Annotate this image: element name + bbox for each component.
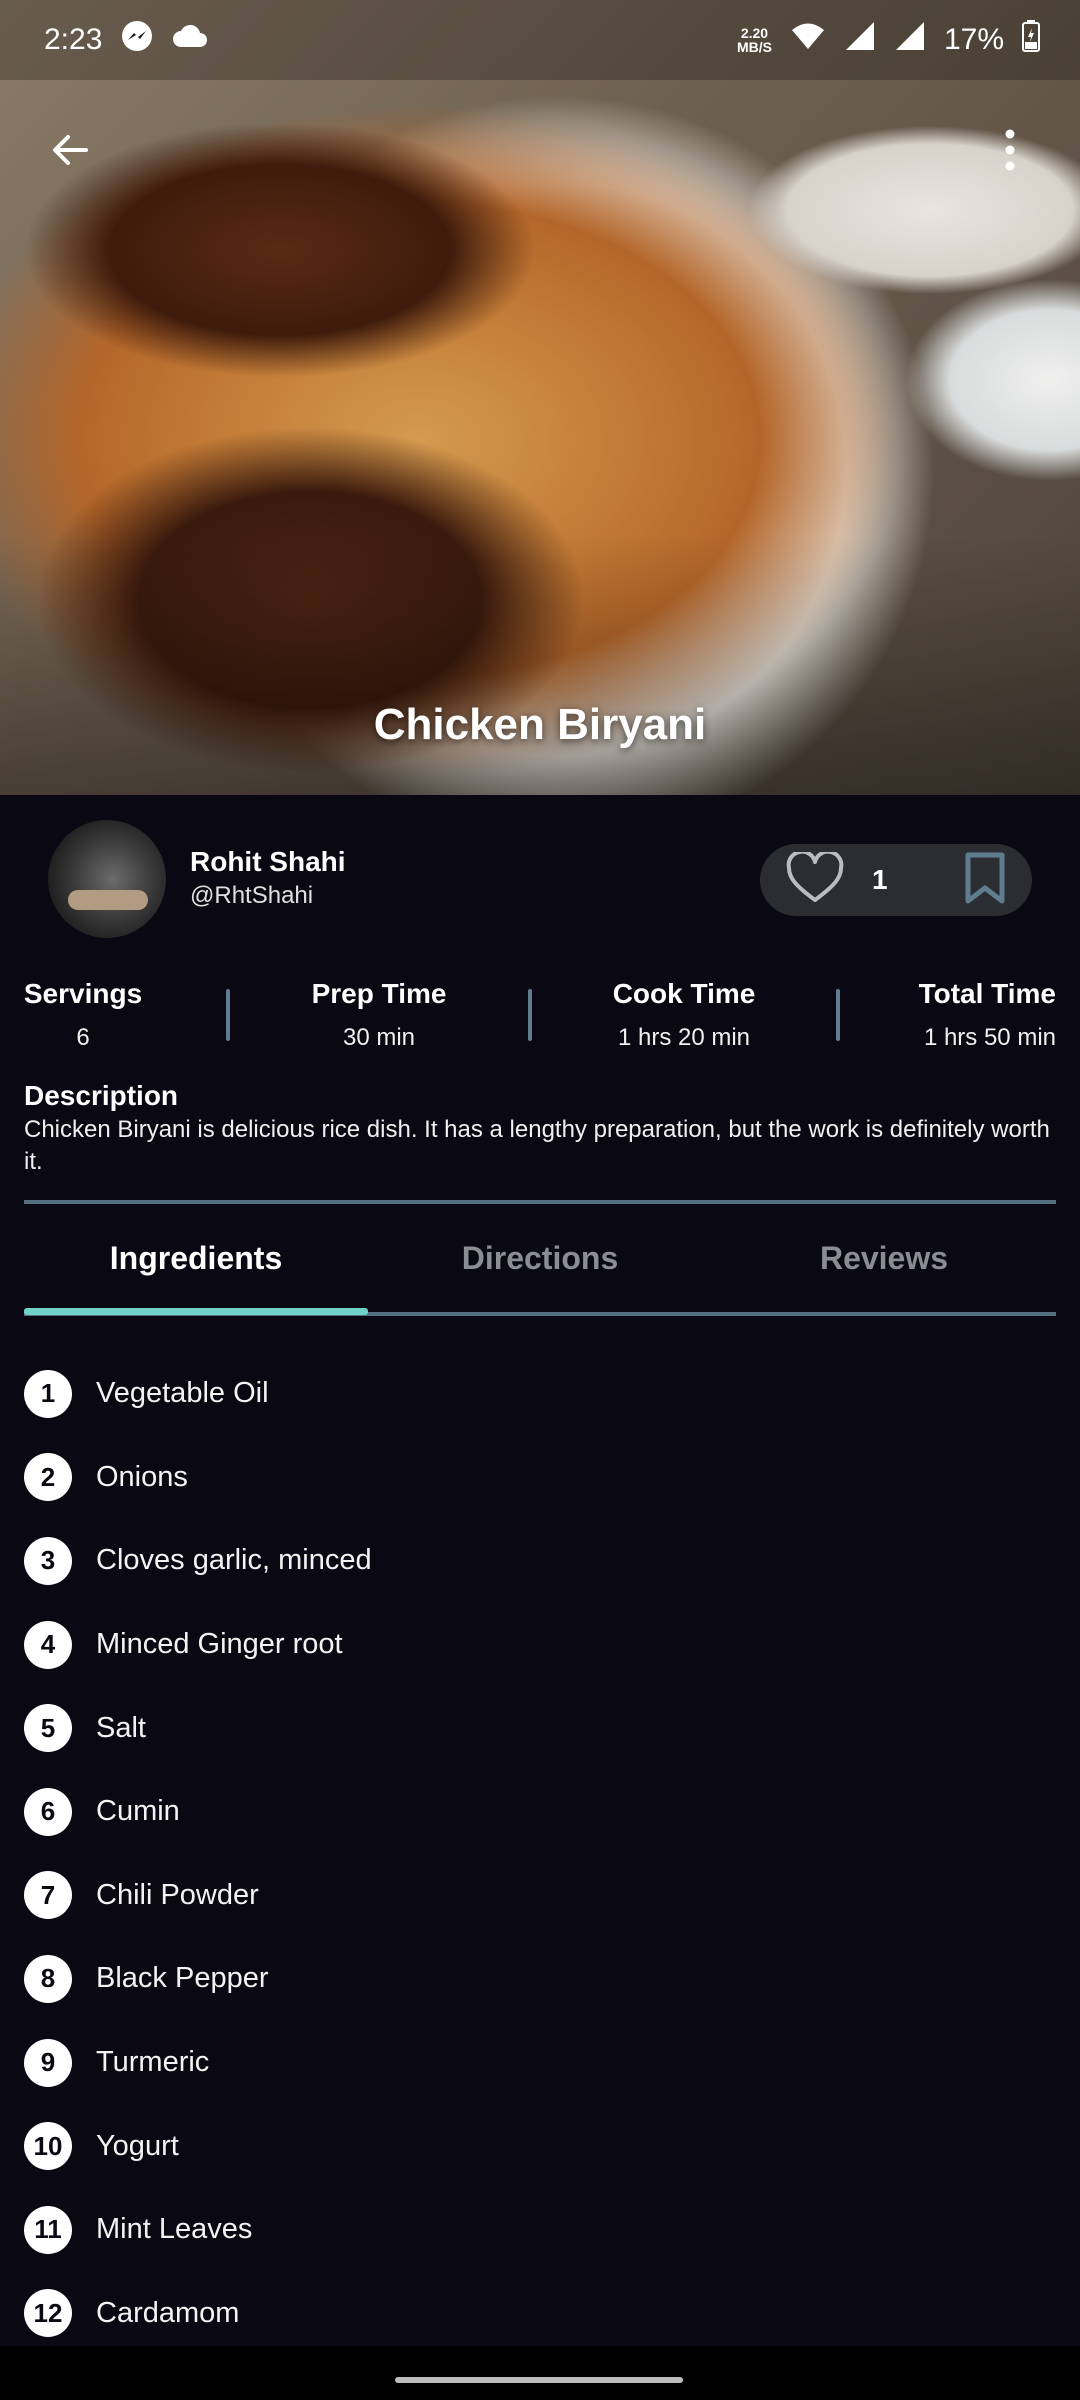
cloud-icon: [172, 23, 208, 57]
description-section: Description Chicken Biryani is delicious…: [24, 1080, 1056, 1178]
tab-directions[interactable]: Directions: [368, 1204, 712, 1312]
status-time: 2:23: [44, 23, 103, 56]
stat-label: Servings: [23, 978, 143, 1009]
item-number-badge: 1: [24, 1369, 72, 1418]
ingredient-name: Minced Ginger root: [96, 1628, 343, 1661]
ingredient-name: Salt: [96, 1711, 146, 1744]
ingredient-name: Turmeric: [96, 2046, 210, 2079]
ingredient-name: Mint Leaves: [96, 2213, 253, 2246]
item-number-badge: 7: [24, 1871, 72, 1920]
stat-value: 1 hrs 50 min: [923, 1024, 1056, 1051]
battery-percent: 17%: [943, 23, 1004, 56]
list-item: 6 Cumin: [24, 1770, 1056, 1854]
stat-label: Total Time: [918, 978, 1056, 1009]
like-count: 1: [872, 864, 888, 895]
author-avatar[interactable]: [48, 820, 166, 938]
list-item: 8 Black Pepper: [24, 1937, 1056, 2021]
signal-icon: [844, 20, 876, 60]
ingredient-name: Vegetable Oil: [96, 1377, 269, 1410]
recipe-tabs: Ingredients Directions Reviews: [24, 1204, 1056, 1312]
list-item: 11 Mint Leaves: [24, 2188, 1056, 2272]
wifi-icon: [790, 21, 826, 59]
signal-icon-2: [894, 20, 926, 60]
stat-divider: [836, 989, 840, 1041]
list-item: 1 Vegetable Oil: [24, 1352, 1056, 1436]
stat-label: Prep Time: [311, 978, 447, 1009]
messenger-icon: [120, 19, 154, 61]
more-options-button[interactable]: [980, 120, 1040, 180]
ingredient-name: Onions: [96, 1460, 188, 1493]
stat-value: 6: [76, 1024, 90, 1051]
item-number-badge: 3: [24, 1536, 72, 1585]
arrow-back-icon: [53, 135, 88, 165]
like-button[interactable]: [786, 849, 844, 909]
back-button[interactable]: [40, 120, 100, 180]
heart-icon: [786, 849, 844, 902]
stat-servings: Servings 6: [24, 978, 142, 1052]
list-item: 10 Yogurt: [24, 2104, 1056, 2188]
recipe-actions: 1: [760, 844, 1032, 916]
top-app-bar: [0, 110, 1080, 190]
stat-value: 1 hrs 20 min: [617, 1024, 751, 1051]
stat-total-time: Total Time 1 hrs 50 min: [906, 978, 1056, 1052]
item-number-badge: 12: [24, 2289, 72, 2338]
stat-prep-time: Prep Time 30 min: [230, 978, 528, 1052]
ingredients-list: 1 Vegetable Oil 2 Onions 3 Cloves garlic, m…: [24, 1352, 1056, 2355]
recipe-stats: Servings 6 Prep Time 30 min Cook Time 1 …: [24, 970, 1056, 1060]
author-name[interactable]: Rohit Shahi: [190, 846, 346, 878]
recipe-title: Chicken Biryani: [373, 700, 707, 749]
ingredient-name: Cardamom: [96, 2296, 240, 2329]
list-item: 5 Salt: [24, 1686, 1056, 1770]
item-number-badge: 4: [24, 1620, 72, 1669]
list-item: 7 Chili Powder: [24, 1854, 1056, 1938]
more-vert-icon: [1005, 129, 1015, 171]
system-navigation-bar: [0, 2346, 1080, 2400]
list-item: 12 Cardamom: [24, 2272, 1056, 2356]
list-item: 3 Cloves garlic, minced: [24, 1519, 1056, 1603]
network-speed: 2.20 MB/S: [737, 26, 772, 54]
item-number-badge: 2: [24, 1453, 72, 1502]
list-item: 2 Onions: [24, 1436, 1056, 1520]
list-item: 9 Turmeric: [24, 2021, 1056, 2105]
description-text: Chicken Biryani is delicious rice dish. …: [24, 1116, 1050, 1175]
stat-cook-time: Cook Time 1 hrs 20 min: [532, 978, 836, 1052]
ingredient-name: Cumin: [96, 1795, 180, 1828]
tab-reviews[interactable]: Reviews: [712, 1204, 1056, 1312]
ingredient-name: Yogurt: [96, 2129, 179, 2162]
item-number-badge: 8: [24, 1954, 72, 2003]
description-title: Description: [24, 1080, 179, 1111]
bookmark-button[interactable]: [964, 852, 1006, 909]
ingredient-name: Black Pepper: [96, 1962, 269, 1995]
item-number-badge: 11: [24, 2205, 72, 2254]
stat-label: Cook Time: [612, 978, 756, 1009]
tab-ingredients[interactable]: Ingredients: [24, 1204, 368, 1312]
item-number-badge: 6: [24, 1787, 72, 1836]
item-number-badge: 5: [24, 1704, 72, 1753]
status-bar: 2:23 2.20 MB/S 17%: [0, 0, 1080, 80]
battery-icon: [1022, 20, 1040, 60]
item-number-badge: 9: [24, 2038, 72, 2087]
stat-value: 30 min: [342, 1024, 416, 1051]
network-speed-unit: MB/S: [736, 39, 772, 55]
bookmark-icon: [965, 852, 1005, 903]
author-row: Rohit Shahi @RhtShahi 1: [0, 820, 1080, 940]
item-number-badge: 10: [24, 2122, 72, 2171]
ingredient-name: Chili Powder: [96, 1878, 259, 1911]
list-item: 4 Minced Ginger root: [24, 1603, 1056, 1687]
author-handle: @RhtShahi: [190, 882, 314, 909]
active-tab-indicator: [24, 1308, 368, 1315]
home-gesture-handle[interactable]: [395, 2377, 683, 2383]
ingredient-name: Cloves garlic, minced: [96, 1544, 372, 1577]
